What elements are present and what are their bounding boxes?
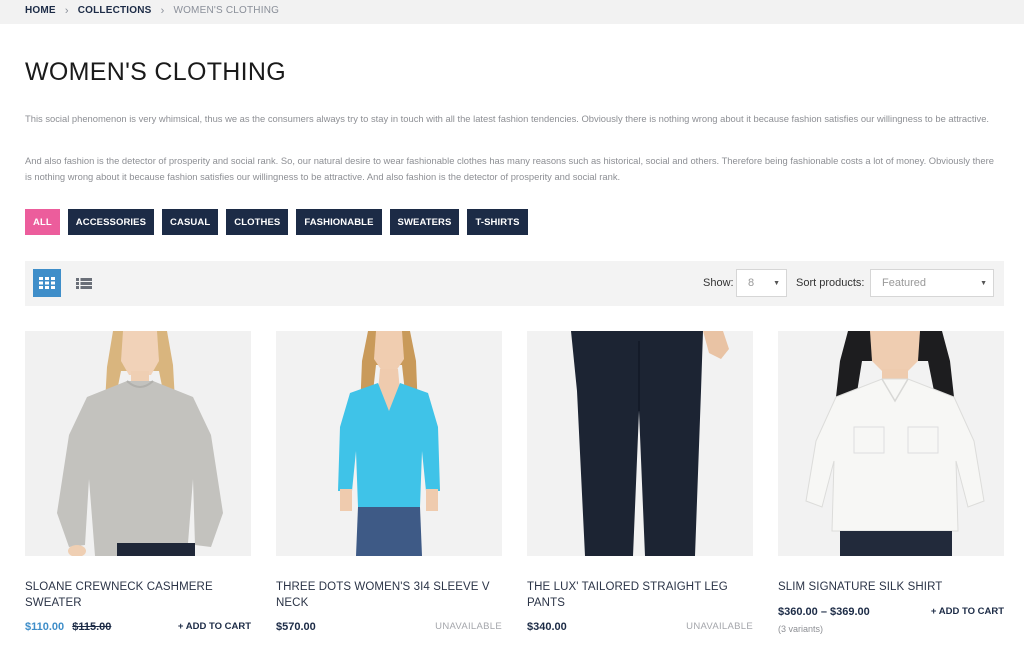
product-image[interactable]: [276, 331, 502, 556]
show-label: Show:: [703, 277, 734, 289]
sort-value: Featured: [882, 277, 927, 289]
sort-label: Sort products:: [796, 277, 865, 289]
page-title: WOMEN'S CLOTHING: [25, 58, 286, 86]
breadcrumb: HOME › COLLECTIONS › WOMEN'S CLOTHING: [25, 5, 279, 16]
unavailable-label: UNAVAILABLE: [686, 621, 753, 632]
caret-down-icon: ▼: [980, 280, 987, 287]
sort-select[interactable]: Featured ▼: [870, 269, 994, 297]
add-to-cart-button[interactable]: + ADD TO CART: [931, 606, 1004, 617]
breadcrumb-home-link[interactable]: HOME: [25, 5, 56, 16]
filter-tag-t-shirts[interactable]: T-SHIRTS: [467, 209, 528, 235]
collection-description-2: And also fashion is the detector of pros…: [25, 155, 994, 182]
chevron-right-icon: ›: [160, 4, 165, 17]
filter-tag-sweaters[interactable]: SWEATERS: [389, 209, 460, 235]
product-image[interactable]: [778, 331, 1004, 556]
show-count-select[interactable]: 8 ▼: [736, 269, 787, 297]
grid-view-icon: [39, 277, 55, 289]
breadcrumb-bar: HOME › COLLECTIONS › WOMEN'S CLOTHING: [0, 0, 1024, 24]
product-name[interactable]: THE LUX' TAILORED STRAIGHT LEG PANTS: [527, 579, 747, 611]
filter-tags: ALL ACCESSORIES CASUAL CLOTHES FASHIONAB…: [25, 209, 536, 235]
caret-down-icon: ▼: [773, 280, 780, 287]
filter-tag-all[interactable]: ALL: [25, 209, 60, 235]
product-name[interactable]: SLIM SIGNATURE SILK SHIRT: [778, 579, 998, 595]
product-card: SLOANE CREWNECK CASHMERE SWEATER $110.00…: [25, 331, 251, 633]
chevron-right-icon: ›: [64, 4, 69, 17]
variants-count: (3 variants): [778, 624, 824, 634]
collection-description-1: This social phenomenon is very whimsical…: [25, 113, 990, 124]
product-price: $570.00: [276, 621, 316, 633]
grid-view-button[interactable]: [33, 269, 61, 297]
list-view-icon: [76, 277, 92, 289]
product-image[interactable]: [527, 331, 753, 556]
add-to-cart-button[interactable]: + ADD TO CART: [178, 621, 251, 632]
pants-model-image: [527, 331, 753, 556]
vneck-model-image: [276, 331, 502, 556]
unavailable-label: UNAVAILABLE: [435, 621, 502, 632]
filter-tag-accessories[interactable]: ACCESSORIES: [67, 209, 155, 235]
product-price-row: $570.00 UNAVAILABLE: [276, 621, 502, 633]
product-name[interactable]: SLOANE CREWNECK CASHMERE SWEATER: [25, 579, 245, 611]
show-count-value: 8: [748, 277, 755, 289]
product-image[interactable]: [25, 331, 251, 556]
breadcrumb-current: WOMEN'S CLOTHING: [173, 5, 280, 16]
product-price-row: $110.00 $115.00 + ADD TO CART: [25, 621, 251, 633]
breadcrumb-collections-link[interactable]: COLLECTIONS: [78, 5, 152, 16]
sweater-model-image: [25, 331, 251, 556]
filter-tag-fashionable[interactable]: FASHIONABLE: [296, 209, 382, 235]
product-price-row: $360.00 – $369.00 + ADD TO CART: [778, 606, 1004, 618]
product-name[interactable]: THREE DOTS WOMEN'S 3I4 SLEEVE V NECK: [276, 579, 496, 611]
product-card: THE LUX' TAILORED STRAIGHT LEG PANTS $34…: [527, 331, 753, 633]
silk-shirt-model-image: [778, 331, 1004, 556]
product-price-range: $360.00 – $369.00: [778, 606, 870, 618]
product-price-row: $340.00 UNAVAILABLE: [527, 621, 753, 633]
product-price: $340.00: [527, 621, 567, 633]
product-card: THREE DOTS WOMEN'S 3I4 SLEEVE V NECK $57…: [276, 331, 502, 633]
sale-price: $110.00: [25, 621, 65, 633]
filter-tag-casual[interactable]: CASUAL: [162, 209, 219, 235]
product-card: SLIM SIGNATURE SILK SHIRT $360.00 – $369…: [778, 331, 1004, 634]
list-view-button[interactable]: [70, 269, 98, 297]
filter-tag-clothes[interactable]: CLOTHES: [226, 209, 289, 235]
collection-toolbar: Show: 8 ▼ Sort products: Featured ▼: [25, 261, 1004, 306]
compare-at-price: $115.00: [72, 621, 112, 633]
